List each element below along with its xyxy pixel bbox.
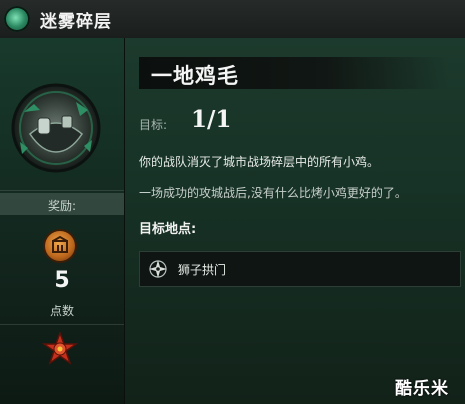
location-heading: 目标地点: <box>139 222 197 237</box>
zone-title: 迷雾碎层 <box>40 12 112 32</box>
location-name: 狮子拱门 <box>178 263 227 277</box>
quest-flavor-text: 一场成功的攻城战后,没有什么比烤小鸡更好的了。 <box>139 186 407 200</box>
quest-description: 你的战队消灭了城市战场碎层中的所有小鸡。 <box>139 155 380 169</box>
points-value: 5 <box>54 268 70 293</box>
shattered-stronghold-emblem-icon <box>11 83 101 173</box>
quest-panel: 一地鸡毛 目标: 1/1 你的战队消灭了城市战场碎层中的所有小鸡。 一场成功的攻… <box>125 38 465 404</box>
reward-panel: 奖励: 5 点数 <box>0 38 125 404</box>
reward-label: 奖励: <box>47 199 77 213</box>
compass-icon <box>149 260 167 278</box>
red-star-badge-icon <box>42 332 78 365</box>
goal-label: 目标: <box>139 118 168 132</box>
goal-progress: 1/1 <box>191 106 232 133</box>
points-label: 点数 <box>49 304 74 318</box>
quest-title: 一地鸡毛 <box>151 64 239 88</box>
gate-glyph-icon <box>52 235 68 253</box>
zone-emblem-icon <box>4 6 30 32</box>
location-entry[interactable]: 狮子拱门 <box>139 251 461 287</box>
gate-coin-icon <box>45 231 75 261</box>
window-header: 迷雾碎层 <box>0 0 465 39</box>
divider <box>0 324 124 325</box>
watermark: 酷乐米 <box>395 379 449 399</box>
divider <box>0 190 124 191</box>
